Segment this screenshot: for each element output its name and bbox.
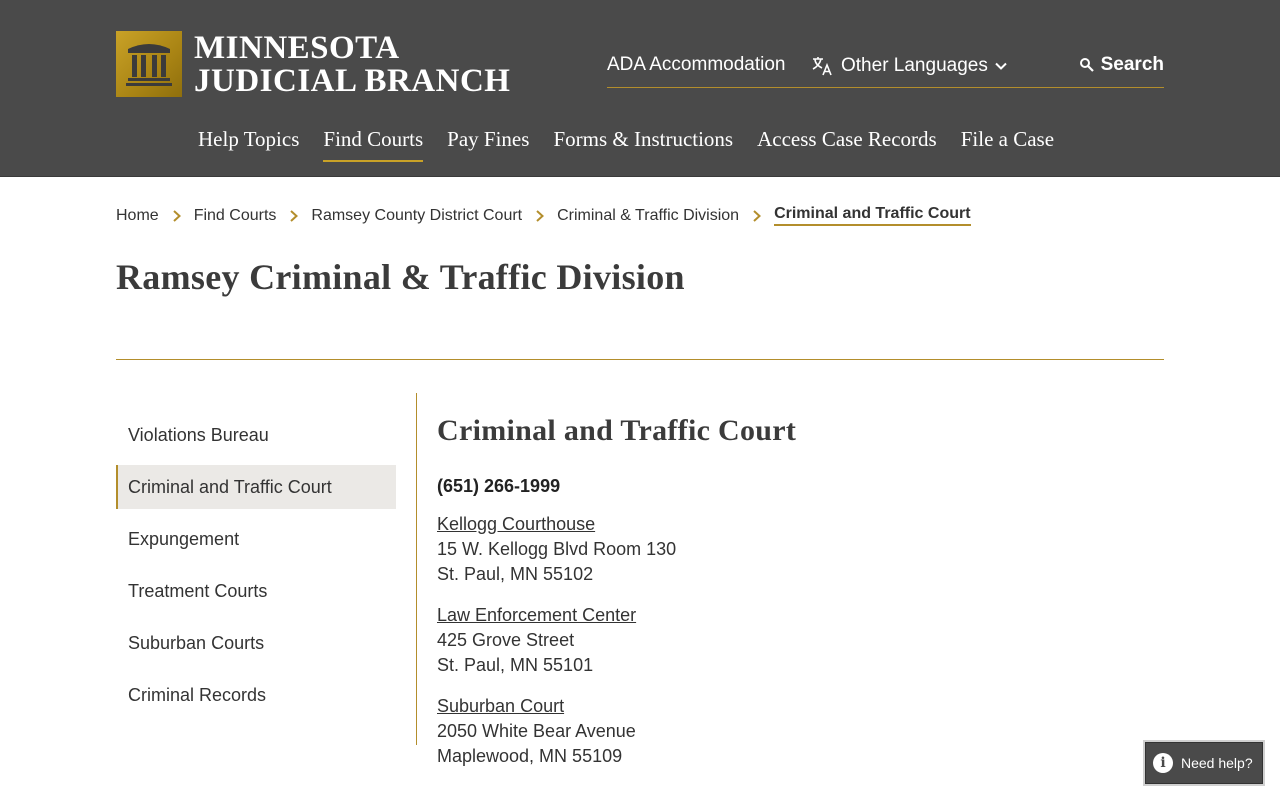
breadcrumb-criminal-traffic-division[interactable]: Criminal & Traffic Division [557, 207, 739, 225]
location-street: 2050 White Bear Avenue [437, 721, 636, 741]
location-city: St. Paul, MN 55101 [437, 655, 594, 675]
sidebar-item-violations-bureau[interactable]: Violations Bureau [116, 413, 396, 457]
sidebar-item-expungement[interactable]: Expungement [116, 517, 396, 561]
breadcrumb-home[interactable]: Home [116, 207, 159, 225]
location-street: 425 Grove Street [437, 630, 575, 650]
search-icon [1079, 58, 1094, 72]
site-header: MINNESOTA JUDICIAL BRANCH ADA Accommodat… [0, 0, 1280, 177]
content-heading: Criminal and Traffic Court [437, 414, 797, 447]
location-link-kellogg[interactable]: Kellogg Courthouse [437, 512, 1137, 537]
location-link-law-enforcement-center[interactable]: Law Enforcement Center [437, 603, 1137, 628]
sidebar-item-suburban-courts[interactable]: Suburban Courts [116, 621, 396, 665]
location-link-suburban-court[interactable]: Suburban Court [437, 694, 1137, 719]
chevron-right-icon [173, 209, 181, 222]
location-city: Maplewood, MN 55109 [437, 746, 623, 766]
breadcrumb-ramsey-county[interactable]: Ramsey County District Court [311, 207, 522, 225]
location-block: Suburban Court 2050 White Bear Avenue Ma… [437, 694, 1137, 769]
main-nav: Help Topics Find Courts Pay Fines Forms … [198, 127, 1078, 162]
other-languages-label: Other Languages [841, 55, 988, 76]
breadcrumb-current: Criminal and Traffic Court [774, 205, 971, 226]
sidebar-item-treatment-courts[interactable]: Treatment Courts [116, 569, 396, 613]
nav-help-topics[interactable]: Help Topics [198, 127, 299, 160]
side-nav: Violations Bureau Criminal and Traffic C… [116, 413, 396, 725]
logo-text: MINNESOTA JUDICIAL BRANCH [194, 29, 511, 99]
search-button[interactable]: Search [1079, 54, 1164, 76]
location-block: Law Enforcement Center 425 Grove Street … [437, 603, 1137, 678]
chevron-right-icon [753, 209, 762, 222]
nav-forms-instructions[interactable]: Forms & Instructions [553, 127, 733, 160]
nav-find-courts[interactable]: Find Courts [323, 127, 423, 162]
logo-link[interactable]: MINNESOTA JUDICIAL BRANCH [116, 31, 510, 97]
chevron-right-icon [290, 209, 299, 222]
logo-seal-icon [116, 31, 182, 97]
phone-number: (651) 266-1999 [437, 476, 561, 496]
location-city: St. Paul, MN 55102 [437, 564, 594, 584]
location-street: 15 W. Kellogg Blvd Room 130 [437, 539, 677, 559]
utility-bar: ADA Accommodation Other Languages Search [607, 50, 1164, 88]
breadcrumb: Home Find Courts Ramsey County District … [116, 205, 971, 226]
sidebar-item-criminal-traffic-court[interactable]: Criminal and Traffic Court [116, 465, 396, 509]
info-icon: i [1153, 753, 1173, 773]
nav-file-a-case[interactable]: File a Case [961, 127, 1054, 160]
sidebar-divider [416, 393, 417, 745]
need-help-button[interactable]: i Need help? [1145, 742, 1263, 784]
title-divider [116, 359, 1164, 360]
main-content: Criminal and Traffic Court (651) 266-199… [437, 410, 1137, 785]
logo-line2: JUDICIAL BRANCH [194, 62, 511, 99]
logo-line1: MINNESOTA [194, 29, 400, 66]
chevron-down-icon [995, 62, 1007, 70]
sidebar-item-criminal-records[interactable]: Criminal Records [116, 673, 396, 717]
nav-access-case-records[interactable]: Access Case Records [757, 127, 937, 160]
page-title: Ramsey Criminal & Traffic Division [116, 257, 685, 297]
breadcrumb-find-courts[interactable]: Find Courts [194, 207, 277, 225]
location-block: Kellogg Courthouse 15 W. Kellogg Blvd Ro… [437, 512, 1137, 587]
chevron-right-icon [536, 209, 545, 222]
need-help-label: Need help? [1181, 755, 1253, 771]
translate-icon [812, 57, 832, 76]
search-label: Search [1100, 54, 1164, 75]
ada-accommodation-link[interactable]: ADA Accommodation [607, 54, 785, 76]
other-languages-dropdown[interactable]: Other Languages [810, 54, 1008, 78]
nav-pay-fines[interactable]: Pay Fines [447, 127, 529, 160]
